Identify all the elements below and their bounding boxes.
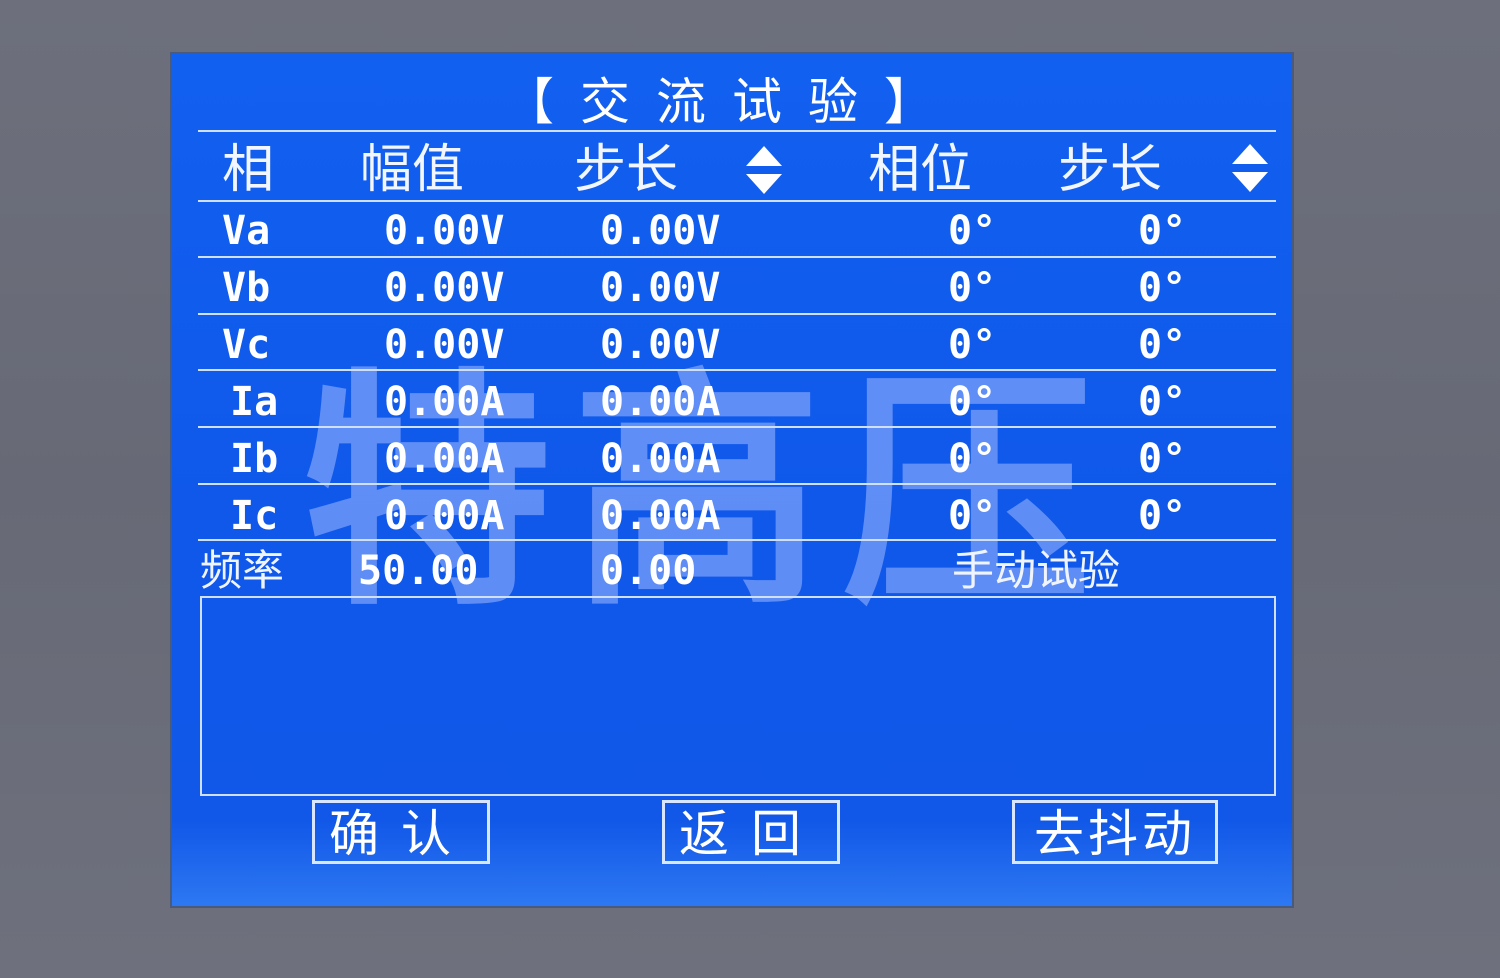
divider xyxy=(198,426,1276,428)
phase-step-ia[interactable]: 0° xyxy=(1138,379,1186,425)
amplitude-vc[interactable]: 0.00V xyxy=(384,322,504,368)
phase-vc[interactable]: 0° xyxy=(948,322,996,368)
frequency-value[interactable]: 50.00 xyxy=(358,548,478,594)
header-phase: 相 xyxy=(222,140,275,200)
amplitude-ia[interactable]: 0.00A xyxy=(384,379,504,425)
header-amp-step: 步长 xyxy=(574,140,679,200)
back-button[interactable]: 返回 xyxy=(662,800,840,864)
phase-step-vb[interactable]: 0° xyxy=(1138,265,1186,311)
phase-step-ic[interactable]: 0° xyxy=(1138,493,1186,539)
mode-status: 手动试验 xyxy=(952,546,1121,595)
divider xyxy=(198,483,1276,485)
debounce-button[interactable]: 去抖动 xyxy=(1012,800,1218,864)
amp-step-ia[interactable]: 0.00A xyxy=(600,379,720,425)
row-label-ib: Ib xyxy=(230,436,279,482)
amp-step-vb[interactable]: 0.00V xyxy=(600,265,720,311)
page-title: 【交流试验】 xyxy=(504,73,960,131)
phase-va[interactable]: 0° xyxy=(948,208,996,254)
up-down-arrow-icon[interactable] xyxy=(746,146,782,194)
confirm-button[interactable]: 确认 xyxy=(312,800,490,864)
phase-ib[interactable]: 0° xyxy=(948,436,996,482)
divider xyxy=(198,130,1276,132)
divider xyxy=(198,313,1276,315)
phase-step-vc[interactable]: 0° xyxy=(1138,322,1186,368)
phase-ia[interactable]: 0° xyxy=(948,379,996,425)
divider xyxy=(198,256,1276,258)
header-phase-step: 步长 xyxy=(1058,140,1163,200)
frequency-step[interactable]: 0.00 xyxy=(600,548,696,594)
frequency-label: 频率 xyxy=(200,546,285,595)
row-label-vb: Vb xyxy=(222,265,271,311)
amp-step-vc[interactable]: 0.00V xyxy=(600,322,720,368)
amp-step-ic[interactable]: 0.00A xyxy=(600,493,720,539)
phase-step-ib[interactable]: 0° xyxy=(1138,436,1186,482)
header-phase-angle: 相位 xyxy=(868,140,973,200)
amp-step-ib[interactable]: 0.00A xyxy=(600,436,720,482)
header-amplitude: 幅值 xyxy=(360,140,465,200)
divider xyxy=(198,369,1276,371)
divider xyxy=(198,539,1276,541)
divider xyxy=(198,200,1276,202)
phase-vb[interactable]: 0° xyxy=(948,265,996,311)
row-label-ia: Ia xyxy=(230,379,279,425)
amplitude-vb[interactable]: 0.00V xyxy=(384,265,504,311)
amplitude-ib[interactable]: 0.00A xyxy=(384,436,504,482)
amplitude-va[interactable]: 0.00V xyxy=(384,208,504,254)
amplitude-ic[interactable]: 0.00A xyxy=(384,493,504,539)
lcd-screen: 特高压 【交流试验】 相 幅值 步长 相位 步长 Va 0.00V 0.00V … xyxy=(172,54,1292,906)
row-label-vc: Vc xyxy=(222,322,271,368)
up-down-arrow-icon[interactable] xyxy=(1232,144,1268,192)
phase-ic[interactable]: 0° xyxy=(948,493,996,539)
amp-step-va[interactable]: 0.00V xyxy=(600,208,720,254)
phase-step-va[interactable]: 0° xyxy=(1138,208,1186,254)
row-label-ic: Ic xyxy=(230,493,279,539)
message-area xyxy=(200,596,1276,796)
row-label-va: Va xyxy=(222,208,271,254)
